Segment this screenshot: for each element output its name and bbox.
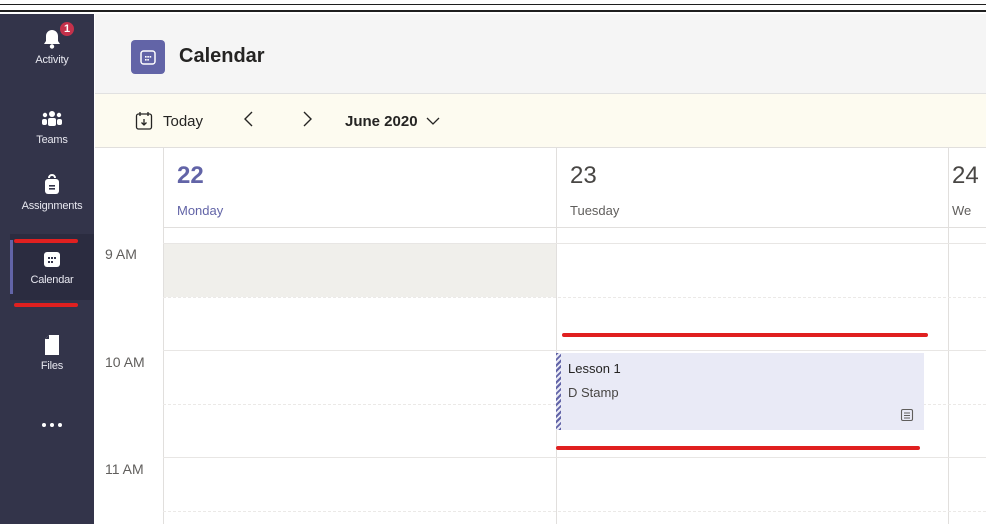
day-header-monday[interactable]: 22 Monday — [163, 148, 556, 228]
file-icon — [40, 334, 64, 356]
day-number: 22 — [177, 162, 204, 189]
more-icon — [40, 414, 64, 436]
day-name: Monday — [177, 203, 224, 218]
window-top-border — [0, 0, 986, 12]
teams-icon — [40, 108, 64, 130]
rail-item-files[interactable]: Files — [10, 320, 94, 386]
half-hour-line — [163, 511, 986, 512]
today-button[interactable]: Today — [135, 94, 203, 148]
chevron-left-icon — [243, 110, 255, 132]
event-organizer: D Stamp — [568, 385, 619, 400]
past-time-block — [163, 243, 556, 297]
day-header-tuesday[interactable]: 23 Tuesday — [556, 148, 948, 228]
annotation-line — [562, 333, 928, 337]
hour-line — [163, 243, 986, 244]
rail-item-label: Teams — [36, 134, 68, 146]
event-title: Lesson 1 — [568, 361, 621, 376]
header-separator — [163, 227, 986, 228]
day-name: Tuesday — [570, 203, 620, 218]
day-header-wednesday[interactable]: 24 We — [948, 148, 986, 228]
calendar-event[interactable]: Lesson 1 D Stamp — [556, 353, 924, 430]
page-title: Calendar — [179, 45, 265, 67]
annotation-underline — [14, 303, 78, 307]
rail-item-label: Calendar — [30, 274, 74, 286]
day-number: 24 — [952, 162, 979, 189]
today-icon — [135, 111, 153, 131]
annotation-underline — [14, 239, 78, 243]
rail-item-label: Activity — [35, 54, 69, 66]
month-picker[interactable]: June 2020 — [345, 94, 440, 148]
half-hour-line — [163, 297, 986, 298]
hour-line — [163, 457, 986, 458]
rail-item-activity[interactable]: 1 Activity — [10, 14, 94, 80]
chevron-right-icon — [301, 110, 313, 132]
previous-week-button[interactable] — [243, 94, 255, 148]
day-name: We — [952, 203, 972, 218]
time-label: 9 AM — [105, 246, 137, 262]
time-label: 11 AM — [105, 461, 144, 477]
calendar-toolbar: Today June 2020 — [95, 94, 986, 148]
rail-item-label: Assignments — [21, 200, 83, 212]
calendar-icon — [40, 248, 64, 270]
rail-item-label: Files — [40, 360, 64, 372]
rail-item-assignments[interactable]: Assignments — [10, 160, 94, 226]
notes-icon — [900, 408, 914, 422]
next-week-button[interactable] — [301, 94, 313, 148]
event-status-stripe — [556, 353, 561, 430]
chevron-down-icon — [426, 116, 440, 126]
app-header: Calendar — [95, 14, 986, 94]
today-label: Today — [163, 112, 204, 130]
notification-badge: 1 — [58, 20, 76, 38]
rail-item-calendar[interactable]: Calendar — [10, 234, 94, 300]
rail-item-more[interactable] — [10, 392, 94, 458]
time-label: 10 AM — [105, 354, 145, 370]
assignments-icon — [40, 174, 64, 196]
day-number: 23 — [570, 162, 597, 189]
calendar-app-icon — [131, 40, 165, 74]
hour-line — [163, 350, 986, 351]
annotation-line — [556, 446, 920, 450]
rail-item-teams[interactable]: Teams — [10, 94, 94, 160]
month-label: June 2020 — [345, 112, 418, 130]
